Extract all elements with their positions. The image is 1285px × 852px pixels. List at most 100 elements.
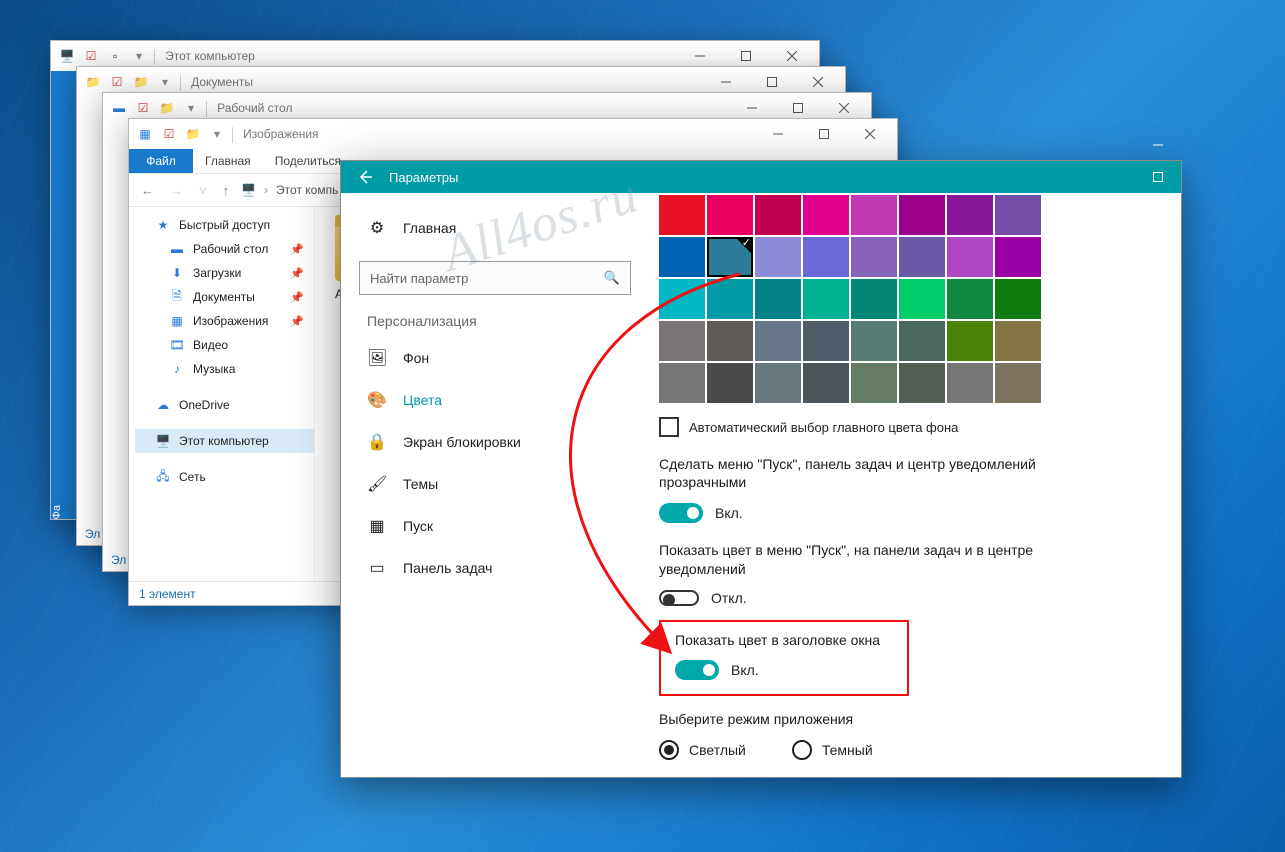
taskbar-icon: ▭ (367, 558, 387, 578)
ribbon-file-tab[interactable]: Файл (129, 149, 193, 173)
nav-home[interactable]: ⚙Главная (359, 207, 631, 249)
radio-light[interactable]: Светлый (659, 740, 746, 760)
sidebar-item-videos[interactable]: 🎞Видео (135, 333, 314, 357)
nav-label: Темы (403, 476, 438, 492)
nav-fwd-icon[interactable]: → (166, 183, 187, 198)
color-swatch[interactable] (659, 321, 705, 361)
nav-background[interactable]: 🖼Фон (359, 337, 631, 379)
toggle-label: Вкл. (731, 662, 759, 678)
color-swatch[interactable] (707, 321, 753, 361)
qa-icon[interactable]: ▫ (106, 47, 124, 65)
color-swatch[interactable] (659, 237, 705, 277)
window-title: Рабочий стол (217, 101, 729, 115)
qa-dropdown-icon[interactable]: ▾ (208, 125, 226, 143)
color-swatch[interactable] (803, 321, 849, 361)
sidebar-quick-access[interactable]: ★Быстрый доступ (135, 213, 314, 237)
color-swatch[interactable] (755, 321, 801, 361)
color-swatch[interactable] (659, 195, 705, 235)
toggle-show-color[interactable]: Откл. (659, 590, 1181, 606)
qa-dropdown-icon[interactable]: ▾ (156, 73, 174, 91)
color-swatch[interactable] (899, 363, 945, 403)
ribbon-home-tab[interactable]: Главная (193, 149, 263, 173)
desktop-icon: ▬ (110, 99, 128, 117)
sidebar-item-downloads[interactable]: ⬇Загрузки📌 (135, 261, 314, 285)
color-swatch[interactable] (755, 279, 801, 319)
nav-themes[interactable]: 🖌Темы (359, 463, 631, 505)
color-swatch[interactable] (899, 279, 945, 319)
color-swatch[interactable] (947, 237, 993, 277)
auto-color-checkbox[interactable]: Автоматический выбор главного цвета фона (659, 417, 1181, 437)
sidebar-item-music[interactable]: ♪Музыка (135, 357, 314, 381)
color-swatch[interactable] (707, 195, 753, 235)
maximize-button[interactable] (801, 119, 847, 149)
color-swatch[interactable] (851, 321, 897, 361)
window-controls (755, 119, 893, 149)
color-swatch[interactable] (707, 279, 753, 319)
color-swatch[interactable] (899, 195, 945, 235)
color-swatch[interactable] (947, 279, 993, 319)
color-swatch[interactable] (947, 321, 993, 361)
nav-up-icon[interactable]: ↑ (219, 183, 234, 198)
nav-taskbar[interactable]: ▭Панель задач (359, 547, 631, 589)
color-swatch[interactable] (803, 237, 849, 277)
maximize-button[interactable] (1135, 161, 1181, 193)
color-swatch[interactable] (803, 279, 849, 319)
color-swatch[interactable] (995, 195, 1041, 235)
nav-back-icon[interactable]: ← (137, 183, 158, 198)
color-swatch[interactable] (659, 279, 705, 319)
radio-label: Светлый (689, 742, 746, 758)
color-swatch[interactable] (803, 363, 849, 403)
qa-save-icon[interactable]: ☑ (134, 99, 152, 117)
back-button[interactable] (341, 161, 389, 193)
sidebar-network[interactable]: 🖧Сеть (135, 465, 314, 489)
color-swatch[interactable] (707, 363, 753, 403)
color-swatch[interactable] (851, 195, 897, 235)
breadcrumb[interactable]: 🖥️ › Этот компь (241, 183, 338, 197)
color-swatch[interactable] (899, 237, 945, 277)
minimize-button[interactable] (1135, 129, 1181, 161)
color-swatch[interactable] (803, 195, 849, 235)
color-swatch[interactable] (947, 195, 993, 235)
qa-save-icon[interactable]: ☑ (108, 73, 126, 91)
toggle-transparent[interactable]: Вкл. (659, 503, 1181, 523)
settings-titlebar[interactable]: Параметры (341, 161, 1181, 193)
radio-dark[interactable]: Темный (792, 740, 873, 760)
sidebar-item-desktop[interactable]: ▬Рабочий стол📌 (135, 237, 314, 261)
color-swatch[interactable] (707, 237, 753, 277)
breadcrumb-segment[interactable]: Этот компь (276, 183, 338, 197)
nav-colors[interactable]: 🎨Цвета (359, 379, 631, 421)
color-swatch[interactable] (851, 279, 897, 319)
color-swatch[interactable] (755, 237, 801, 277)
color-swatch[interactable] (995, 237, 1041, 277)
qa-dropdown-icon[interactable]: ▾ (182, 99, 200, 117)
nav-recent-icon[interactable]: ˅ (195, 183, 211, 198)
minimize-button[interactable] (755, 119, 801, 149)
section-heading: Персонализация (367, 313, 631, 329)
color-swatch[interactable] (947, 363, 993, 403)
color-swatch[interactable] (995, 321, 1041, 361)
sidebar-onedrive[interactable]: ☁OneDrive (135, 393, 314, 417)
close-button[interactable] (847, 119, 893, 149)
qa-dropdown-icon[interactable]: ▾ (130, 47, 148, 65)
checkbox-label: Автоматический выбор главного цвета фона (689, 420, 958, 435)
color-swatch[interactable] (995, 363, 1041, 403)
sidebar-item-pictures[interactable]: ▦Изображения📌 (135, 309, 314, 333)
color-swatch[interactable] (899, 321, 945, 361)
toggle-title-color[interactable]: Вкл. (675, 660, 893, 680)
search-input[interactable]: Найти параметр 🔍 (359, 261, 631, 295)
sidebar-item-documents[interactable]: 🗎Документы📌 (135, 285, 314, 309)
sidebar-this-pc[interactable]: 🖥️Этот компьютер (135, 429, 314, 453)
color-swatch[interactable] (755, 195, 801, 235)
color-swatch[interactable] (995, 279, 1041, 319)
qa-save-icon[interactable]: ☑ (160, 125, 178, 143)
qa-save-icon[interactable]: ☑ (82, 47, 100, 65)
color-swatch[interactable] (755, 363, 801, 403)
color-swatch[interactable] (851, 363, 897, 403)
settings-window[interactable]: Параметры ⚙Главная Найти параметр 🔍 Перс… (340, 160, 1182, 778)
status-truncated: Эл (111, 553, 126, 567)
titlebar[interactable]: ▦ ☑ 📁 ▾ │ Изображения (129, 119, 897, 149)
color-swatch[interactable] (851, 237, 897, 277)
nav-lockscreen[interactable]: 🔒Экран блокировки (359, 421, 631, 463)
nav-start[interactable]: ▦Пуск (359, 505, 631, 547)
color-swatch[interactable] (659, 363, 705, 403)
